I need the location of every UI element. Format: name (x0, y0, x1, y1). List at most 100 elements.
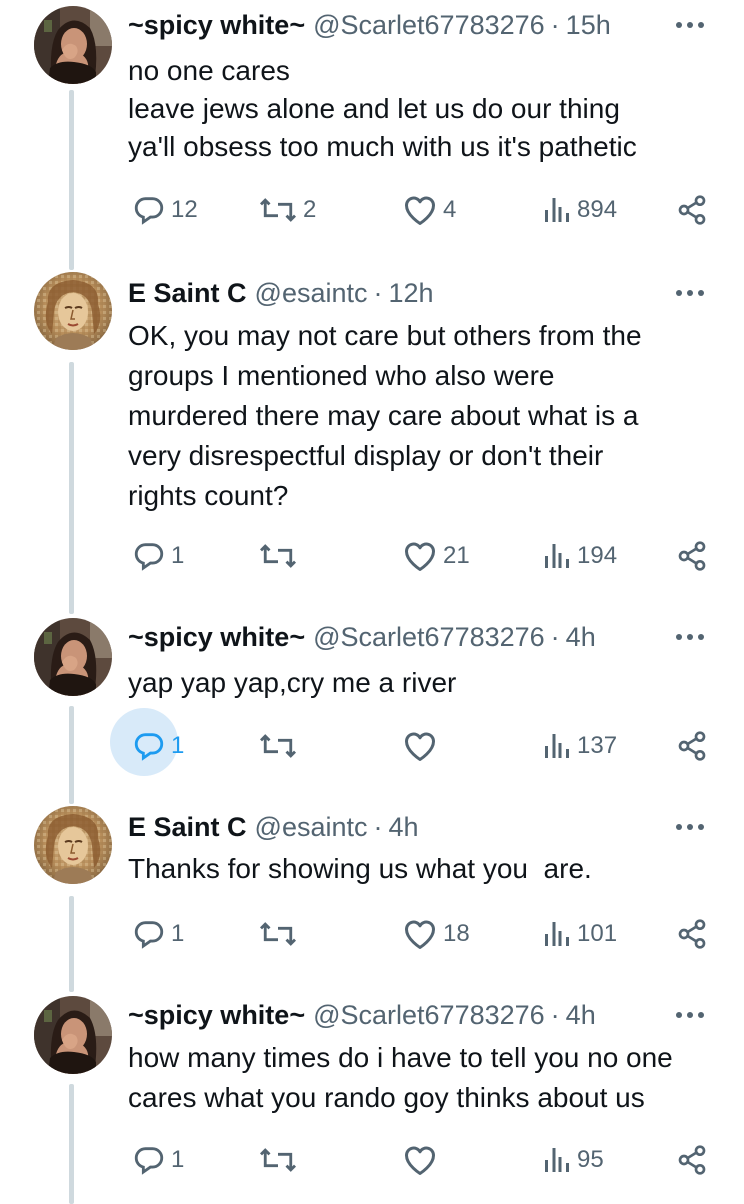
share-icon (678, 541, 706, 571)
author-handle[interactable]: @Scarlet67783276 (313, 622, 545, 653)
reply-count: 1 (171, 920, 185, 947)
thread-line (69, 90, 74, 270)
share-icon (678, 195, 706, 225)
views-count: 894 (577, 196, 618, 223)
author-name[interactable]: ~spicy white~ (128, 1000, 305, 1031)
reply-icon (134, 921, 164, 949)
share-button[interactable] (676, 190, 708, 230)
reply-count: 1 (171, 732, 185, 759)
repost-icon (259, 198, 297, 222)
avatar[interactable] (34, 6, 112, 84)
timestamp[interactable]: 4h (566, 622, 596, 653)
more-icon[interactable] (672, 278, 708, 308)
tweet-text-line: OK, you may not care but others from the (128, 320, 642, 351)
tweet-text-line: leave jews alone and let us do our thing (128, 93, 620, 124)
repost-button[interactable] (258, 726, 303, 766)
action-bar: 12 2 4 894 (0, 190, 744, 230)
share-button[interactable] (676, 914, 708, 954)
more-icon[interactable] (672, 812, 708, 842)
author-name[interactable]: ~spicy white~ (128, 10, 305, 41)
heart-icon (405, 1146, 435, 1175)
reply-button[interactable]: 1 (132, 914, 184, 954)
tweet-text: Thanks for showing us what you are. (128, 850, 714, 888)
tweet-text-line: no one cares (128, 55, 290, 86)
tweet-text-line: rights count? (128, 480, 289, 511)
reply-count: 12 (171, 196, 198, 223)
reply-button[interactable]: 12 (132, 190, 198, 230)
action-bar: 1 137 (0, 708, 744, 776)
reply-count: 1 (171, 542, 185, 569)
reply-button[interactable]: 1 (132, 536, 184, 576)
timestamp[interactable]: 4h (566, 1000, 596, 1031)
author-name[interactable]: E Saint C (128, 278, 247, 309)
author-handle[interactable]: @esaintc (255, 278, 368, 309)
tweet-text: how many times do i have to tell you no … (128, 1038, 714, 1118)
views-button[interactable]: 894 (542, 190, 617, 230)
avatar[interactable] (34, 806, 112, 884)
heart-icon (405, 732, 435, 761)
like-button[interactable] (402, 726, 443, 766)
share-button[interactable] (676, 726, 708, 766)
reply-icon (134, 733, 164, 761)
more-icon[interactable] (672, 1000, 708, 1030)
author-name[interactable]: ~spicy white~ (128, 622, 305, 653)
views-button[interactable]: 194 (542, 536, 617, 576)
avatar[interactable] (34, 996, 112, 1074)
author-handle[interactable]: @esaintc (255, 812, 368, 843)
timestamp[interactable]: 12h (389, 278, 434, 309)
author-name[interactable]: E Saint C (128, 812, 247, 843)
tweet-text-line: yap yap yap,cry me a river (128, 667, 457, 698)
separator: · (550, 9, 560, 40)
heart-icon (405, 542, 435, 571)
timestamp[interactable]: 15h (566, 10, 611, 41)
author-handle[interactable]: @Scarlet67783276 (313, 1000, 545, 1031)
views-button[interactable]: 137 (542, 726, 617, 766)
avatar[interactable] (34, 272, 112, 350)
avatar[interactable] (34, 618, 112, 696)
reply-button[interactable]: 1 (132, 1140, 184, 1180)
reply-count: 1 (171, 1146, 185, 1173)
like-button[interactable]: 4 (402, 190, 456, 230)
author-handle[interactable]: @Scarlet67783276 (313, 10, 545, 41)
separator: · (550, 999, 560, 1030)
repost-button[interactable] (258, 536, 303, 576)
repost-button[interactable] (258, 1140, 303, 1180)
tweet-text: OK, you may not care but others from the… (128, 316, 714, 516)
separator: · (373, 811, 383, 842)
repost-icon (259, 1148, 297, 1172)
repost-count: 2 (303, 196, 317, 223)
tweet-text-line: murdered there may care about what is a (128, 400, 639, 431)
like-count: 21 (443, 542, 470, 569)
tweet-text-line: how many times do i have to tell you no … (128, 1042, 673, 1073)
share-icon (678, 919, 706, 949)
views-count: 101 (577, 920, 618, 947)
like-button[interactable]: 18 (402, 914, 470, 954)
thread-line (69, 362, 74, 614)
timestamp[interactable]: 4h (389, 812, 419, 843)
tweet-text-line: cares what you rando goy thinks about us (128, 1082, 645, 1113)
repost-icon (259, 922, 297, 946)
action-bar: 1 95 (0, 1140, 744, 1180)
share-button[interactable] (676, 536, 708, 576)
share-icon (678, 1145, 706, 1175)
views-count: 194 (577, 542, 618, 569)
repost-icon (259, 544, 297, 568)
share-button[interactable] (676, 1140, 708, 1180)
reply-icon (134, 1147, 164, 1175)
views-button[interactable]: 101 (542, 914, 617, 954)
reply-icon (134, 543, 164, 571)
more-icon[interactable] (672, 10, 708, 40)
like-button[interactable] (402, 1140, 443, 1180)
heart-icon (405, 196, 435, 225)
repost-button[interactable]: 2 (258, 190, 316, 230)
views-count: 137 (577, 732, 618, 759)
tweet-text-line: ya'll obsess too much with us it's pathe… (128, 131, 637, 162)
more-icon[interactable] (672, 622, 708, 652)
repost-button[interactable] (258, 914, 303, 954)
reply-icon (134, 197, 164, 225)
like-button[interactable]: 21 (402, 536, 470, 576)
repost-icon (259, 734, 297, 758)
reply-button[interactable]: 1 (110, 708, 185, 776)
separator: · (373, 277, 383, 308)
views-button[interactable]: 95 (542, 1140, 604, 1180)
